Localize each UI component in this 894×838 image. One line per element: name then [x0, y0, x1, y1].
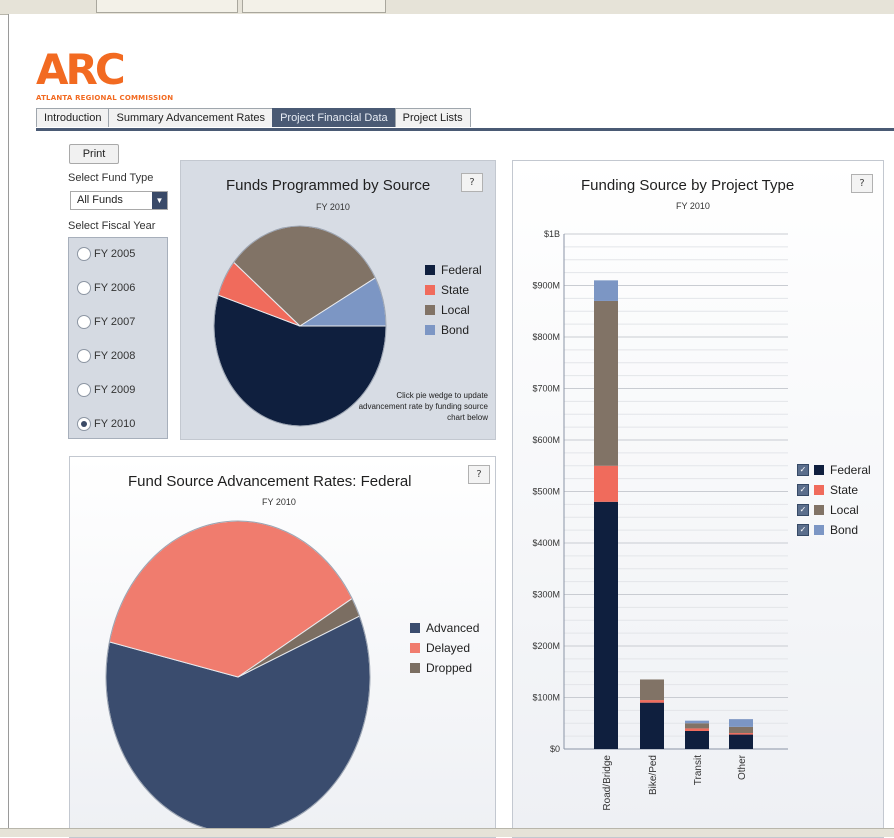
chevron-down-icon[interactable]: ▼: [152, 192, 167, 209]
org-name: ATLANTA REGIONAL COMMISSION: [36, 94, 174, 102]
bar-federal[interactable]: [594, 501, 618, 749]
bar-federal[interactable]: [685, 730, 709, 749]
radio-label: FY 2006: [94, 282, 136, 294]
radio-fy-2005[interactable]: FY 2005: [77, 246, 135, 262]
y-tick-label: $200M: [532, 641, 560, 651]
fund-type-value: All Funds: [77, 194, 123, 206]
x-tick-label: Bike/Ped: [648, 755, 659, 795]
radio-button[interactable]: [77, 383, 91, 397]
x-tick-label: Road/Bridge: [602, 755, 613, 811]
fund-type-label: Select Fund Type: [68, 172, 154, 184]
radio-button[interactable]: [77, 281, 91, 295]
y-tick-label: $400M: [532, 538, 560, 548]
radio-label: FY 2010: [94, 418, 136, 430]
y-tick-label: $1B: [544, 229, 560, 239]
arc-logo: ARC ATLANTA REGIONAL COMMISSION: [36, 45, 174, 103]
radio-label: FY 2005: [94, 248, 136, 260]
radio-label: FY 2007: [94, 316, 136, 328]
radio-fy-2010[interactable]: FY 2010: [77, 416, 135, 432]
bar-bond[interactable]: [594, 280, 618, 301]
x-tick-label: Other: [737, 754, 748, 780]
tab-project-lists[interactable]: Project Lists: [394, 108, 471, 127]
x-tick-label: Transit: [693, 755, 704, 785]
bar-state[interactable]: [685, 728, 709, 731]
y-tick-label: $800M: [532, 332, 560, 342]
y-tick-label: $0: [550, 744, 560, 754]
radio-fy-2006[interactable]: FY 2006: [77, 280, 135, 296]
radio-label: FY 2008: [94, 350, 136, 362]
bar-state[interactable]: [729, 733, 753, 735]
bar-state[interactable]: [594, 465, 618, 502]
bar-federal[interactable]: [729, 734, 753, 749]
advancement-rates-pie[interactable]: [69, 456, 494, 828]
fund-type-select[interactable]: All Funds ▼: [70, 191, 168, 210]
y-tick-label: $500M: [532, 487, 560, 497]
radio-button[interactable]: [77, 417, 91, 431]
fiscal-year-label: Select Fiscal Year: [68, 220, 156, 232]
bar-federal[interactable]: [640, 702, 664, 749]
tab-introduction[interactable]: Introduction: [36, 108, 110, 127]
y-tick-label: $900M: [532, 281, 560, 291]
funding-by-project-type-chart[interactable]: $0 $100M $200M $300M $400M $500M $600M $700M $80…: [512, 160, 882, 828]
radio-fy-2007[interactable]: FY 2007: [77, 314, 135, 330]
radio-button[interactable]: [77, 315, 91, 329]
tab-summary-advancement-rates[interactable]: Summary Advancement Rates: [108, 108, 274, 127]
bar-bond[interactable]: [685, 720, 709, 724]
browser-tab[interactable]: [96, 0, 238, 13]
y-tick-label: $700M: [532, 384, 560, 394]
radio-fy-2008[interactable]: FY 2008: [77, 348, 135, 364]
tab-underline: [36, 128, 894, 131]
chart-note: Click pie wedge to update advancement ra…: [358, 391, 488, 422]
browser-tab[interactable]: [242, 0, 386, 13]
radio-button[interactable]: [77, 349, 91, 363]
y-tick-label: $300M: [532, 590, 560, 600]
bar-local[interactable]: [685, 723, 709, 729]
bar-local[interactable]: [729, 726, 753, 734]
main-tabs: Introduction Summary Advancement Rates P…: [36, 108, 471, 128]
bar-bond[interactable]: [729, 719, 753, 727]
bar-local[interactable]: [640, 679, 664, 701]
radio-button[interactable]: [77, 247, 91, 261]
y-tick-label: $600M: [532, 435, 560, 445]
tab-project-financial-data[interactable]: Project Financial Data: [272, 108, 396, 127]
bar-state[interactable]: [640, 700, 664, 703]
bar-local[interactable]: [594, 300, 618, 466]
browser-toolbar-strip: [0, 0, 894, 15]
y-tick-label: $100M: [532, 693, 560, 703]
radio-fy-2009[interactable]: FY 2009: [77, 382, 135, 398]
print-button[interactable]: Print: [69, 144, 119, 164]
fiscal-year-radio-group: FY 2005 FY 2006 FY 2007 FY 2008 FY 2009 …: [68, 237, 168, 439]
logo-mark: ARC: [36, 45, 126, 94]
radio-label: FY 2009: [94, 384, 136, 396]
